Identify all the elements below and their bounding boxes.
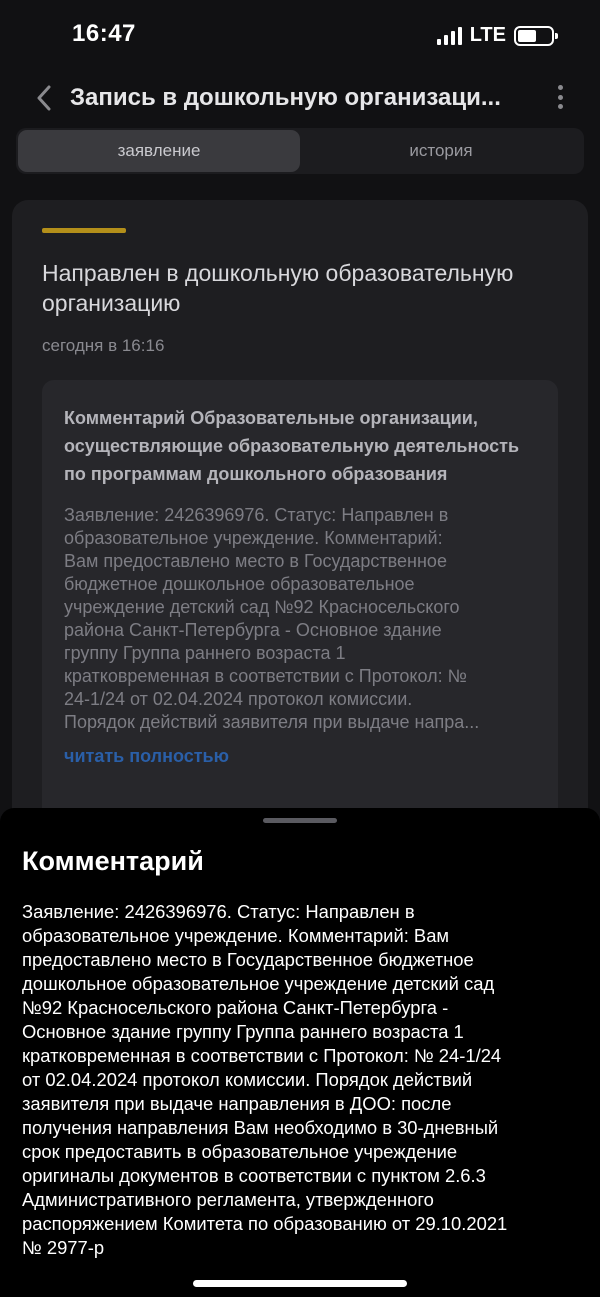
sheet-title: Комментарий xyxy=(22,846,204,876)
more-menu-button[interactable] xyxy=(550,82,570,112)
app-header: Запись в дошкольную организаци... xyxy=(0,72,600,124)
home-indicator[interactable] xyxy=(193,1280,407,1287)
app-screen: 16:47 LTE Запись в дошкольную организаци… xyxy=(0,0,600,1297)
comment-block: Комментарий Образовательные организации,… xyxy=(42,380,558,880)
back-button[interactable] xyxy=(28,80,60,116)
sheet-comment-text: Заявление: 2426396976. Статус: Направлен… xyxy=(22,901,508,1258)
network-type: LTE xyxy=(469,24,506,46)
tab-application[interactable]: заявление xyxy=(18,130,300,172)
read-more-link[interactable]: читать полностью xyxy=(64,746,536,767)
page-title: Запись в дошкольную организаци... xyxy=(70,84,501,111)
comment-bottom-sheet: Комментарий Заявление: 2426396976. Стату… xyxy=(0,808,600,1297)
segmented-tabs: заявление история xyxy=(16,128,584,174)
status-indicators: LTE xyxy=(436,24,558,47)
more-vertical-icon xyxy=(557,85,563,90)
comment-heading: Комментарий Образовательные организации,… xyxy=(64,408,520,484)
status-time: 16:47 xyxy=(72,20,136,47)
status-bar: 16:47 LTE xyxy=(0,0,600,72)
status-title: Направлен в дошкольную образовательную о… xyxy=(42,260,514,316)
status-card: Направлен в дошкольную образовательную о… xyxy=(12,200,588,900)
status-time-label: сегодня в 16:16 xyxy=(42,336,165,355)
signal-icon xyxy=(436,26,462,45)
battery-icon xyxy=(514,25,558,46)
comment-preview: Заявление: 2426396976. Статус: Направлен… xyxy=(64,505,480,732)
status-accent-bar xyxy=(42,228,126,233)
sheet-drag-handle[interactable] xyxy=(263,818,337,823)
chevron-left-icon xyxy=(37,85,51,111)
tab-history[interactable]: история xyxy=(300,130,582,172)
